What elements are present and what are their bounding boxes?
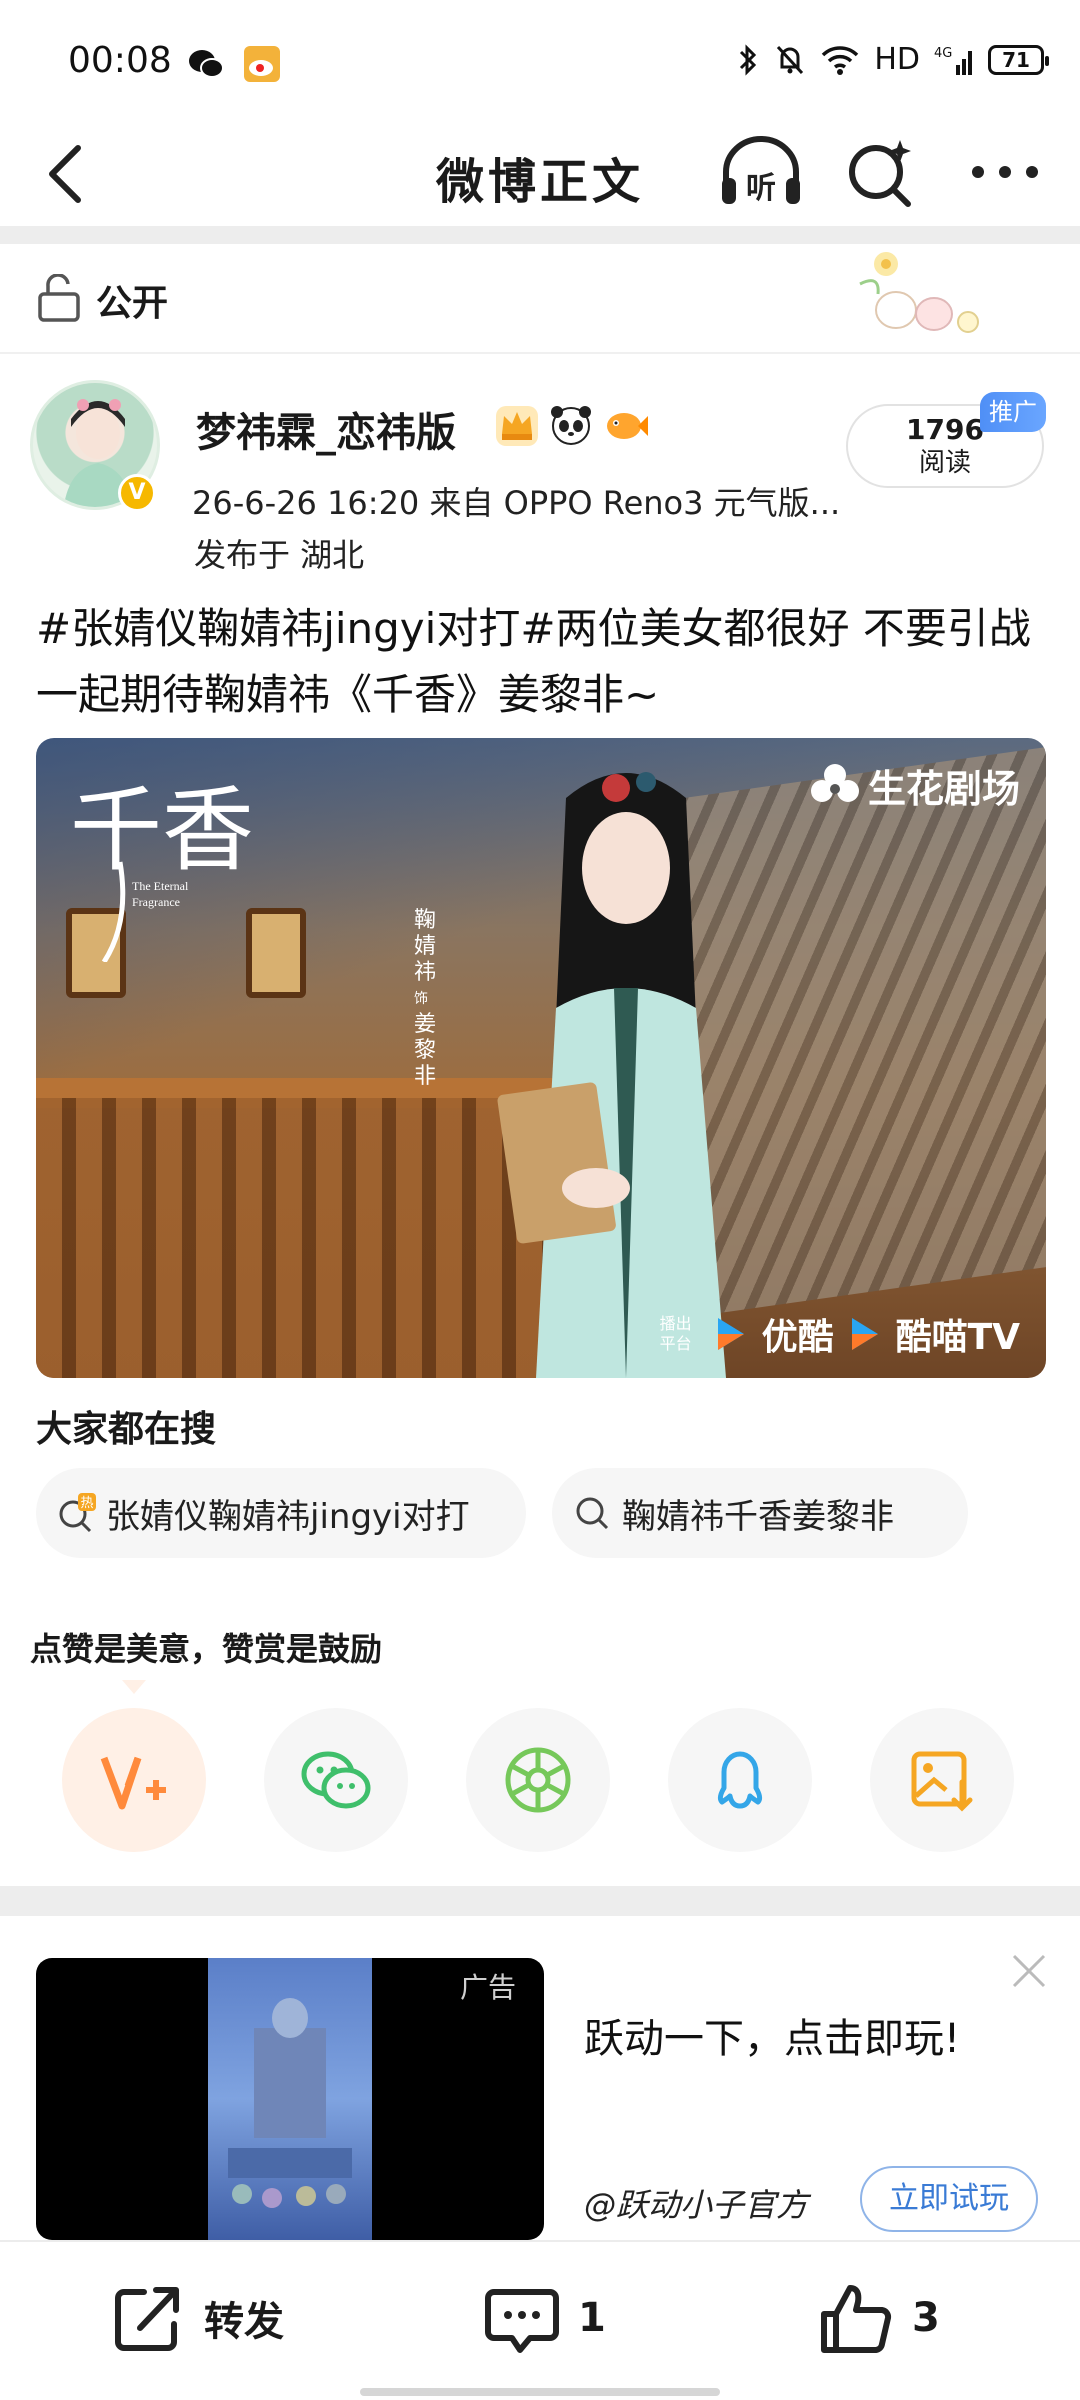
- cute-animals-decoration: [859, 252, 979, 333]
- more-options-icon[interactable]: [960, 132, 1050, 212]
- image-role-name: 姜黎非: [414, 1012, 437, 1089]
- image-railing: [36, 1098, 556, 1378]
- image-cast-credit: 鞠婧祎 饰 姜黎非: [414, 908, 454, 1090]
- wechat-notification-icon: [189, 50, 224, 78]
- status-system-icons: HD 4G 71: [736, 42, 1049, 77]
- like-button[interactable]: 3: [818, 2280, 940, 2356]
- section-divider: [0, 1886, 1080, 1916]
- platform-kumiao: 酷喵TV: [895, 1317, 1020, 1358]
- image-subtitle: The Eternal Fragrance: [132, 878, 188, 910]
- reward-title: 点赞是美意，赞赏是鼓励: [30, 1630, 383, 1668]
- image-actor-name: 鞠婧祎: [414, 908, 437, 985]
- battery-indicator: 71: [988, 44, 1049, 75]
- image-brand-text: 生花剧场: [867, 767, 1020, 811]
- post-body-text[interactable]: #张婧仪鞠婧祎jingyi对打#两位美女都很好 不要引战 一起期待鞠婧祎《千香》…: [36, 596, 1046, 728]
- close-icon[interactable]: [1008, 1950, 1050, 1992]
- user-badges: [494, 402, 648, 448]
- promote-tag[interactable]: 推广: [980, 392, 1046, 432]
- visibility-label: 公开: [96, 283, 169, 324]
- fish-badge-icon[interactable]: [602, 402, 648, 448]
- moments-icon: [505, 1747, 571, 1813]
- visibility-row[interactable]: 公开: [0, 244, 1080, 350]
- image-title-text: 千香: [70, 777, 254, 884]
- hot-search-chip[interactable]: 热 张婧仪鞠婧祎jingyi对打: [36, 1468, 526, 1558]
- wechat-icon: [301, 1751, 371, 1809]
- bottom-action-bar: 转发 1 3: [0, 2240, 1080, 2400]
- repost-label: 转发: [204, 2299, 284, 2345]
- hot-search-icon: 热: [59, 1493, 96, 1533]
- youku-logo-icon: [717, 1318, 744, 1350]
- save-image-icon: [911, 1751, 973, 1812]
- svg-text:4G: 4G: [934, 46, 952, 61]
- image-subtitle-line1: The Eternal: [132, 879, 189, 893]
- comment-button[interactable]: 1: [484, 2280, 606, 2356]
- home-indicator[interactable]: [360, 2388, 720, 2396]
- hot-search-chip[interactable]: 鞠婧祎千香姜黎非: [552, 1468, 968, 1558]
- panda-badge-icon[interactable]: [548, 402, 594, 448]
- svg-text:听: 听: [746, 171, 776, 206]
- share-wechat-button[interactable]: [264, 1708, 408, 1852]
- qq-icon: [717, 1751, 763, 1809]
- crown-badge-icon[interactable]: [494, 402, 540, 448]
- search-icon: [576, 1497, 609, 1530]
- status-bar: 00:08 HD 4G 71: [0, 0, 1080, 120]
- platform-youku: 优酷: [761, 1317, 834, 1358]
- read-label: 阅读: [918, 448, 971, 478]
- cellular-signal-icon: 4G: [934, 46, 972, 75]
- post-meta: 26-6-26 16:20 来自 OPPO Reno3 元气版...: [192, 484, 841, 522]
- hot-search-chip-label: 张婧仪鞠婧祎jingyi对打: [106, 1496, 470, 1537]
- comment-count: 1: [578, 2295, 606, 2341]
- status-notification-icons: [186, 44, 282, 84]
- mute-bell-icon: [777, 45, 804, 74]
- nav-bar: 微博正文 听: [0, 120, 1080, 226]
- image-subtitle-line2: Fragrance: [132, 895, 180, 909]
- post-location: 发布于 湖北: [194, 536, 365, 574]
- like-count: 3: [912, 2295, 940, 2341]
- repost-button[interactable]: 转发: [110, 2280, 284, 2356]
- thumbs-up-icon: [821, 2285, 892, 2353]
- vip-icon: [100, 1756, 166, 1810]
- comment-icon: [485, 2289, 559, 2353]
- username[interactable]: 梦祎霖_恋祎版: [196, 400, 456, 458]
- post-image[interactable]: 千香 The Eternal Fragrance 鞠婧祎 饰 姜黎非 生花剧场 …: [36, 738, 1046, 1378]
- hot-search-title: 大家都在搜: [36, 1409, 217, 1450]
- bluetooth-icon: [740, 43, 757, 76]
- unlock-icon: [38, 274, 80, 322]
- ai-search-icon[interactable]: [840, 132, 920, 212]
- ad-headline[interactable]: 跃动一下，点击即玩!: [584, 2006, 960, 2064]
- flower-logo-icon: [810, 763, 859, 802]
- image-broadcast-label: 播出平台: [659, 1314, 692, 1353]
- share-moments-button[interactable]: [466, 1708, 610, 1852]
- ad-game-scene-icon: [228, 1998, 352, 2208]
- hot-search-chip-label: 鞠婧祎千香姜黎非: [622, 1496, 894, 1537]
- section-divider: [0, 226, 1080, 244]
- image-actress-figure: [497, 772, 726, 1378]
- share-qq-button[interactable]: [668, 1708, 812, 1852]
- network-label: HD: [874, 42, 920, 77]
- reward-vip-button[interactable]: [62, 1708, 206, 1852]
- ad-game-preview: [208, 1958, 372, 2240]
- ad-label: 广告: [460, 1971, 517, 2004]
- repost-icon: [115, 2287, 179, 2351]
- save-image-button[interactable]: [870, 1708, 1014, 1852]
- kumiao-logo-icon: [851, 1318, 878, 1350]
- wifi-icon: [822, 45, 859, 75]
- listen-headphones-icon[interactable]: 听: [716, 132, 806, 212]
- row-divider: [0, 352, 1080, 354]
- hot-label: 热: [80, 1496, 93, 1511]
- ad-source[interactable]: @跃动小子官方: [584, 2180, 808, 2226]
- image-platforms: 播出平台 优酷 酷喵TV: [660, 1308, 1020, 1360]
- pointer-caret-icon: [122, 1680, 146, 1694]
- status-time: 00:08: [68, 40, 172, 81]
- weibo-notification-icon: [244, 46, 280, 82]
- image-role-prefix: 饰: [414, 991, 428, 1007]
- image-title-calligraphy: 千香: [70, 777, 254, 962]
- image-brand: 生花剧场: [810, 758, 1020, 813]
- verified-badge-icon: V: [118, 474, 156, 512]
- ad-try-now-button[interactable]: 立即试玩: [860, 2166, 1038, 2232]
